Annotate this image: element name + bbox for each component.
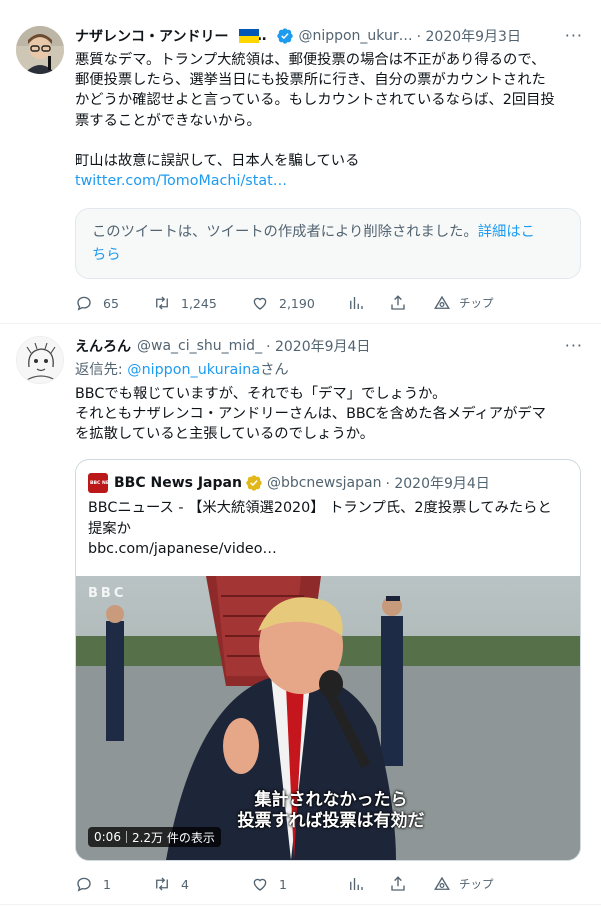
video-duration: 0:06 [94,830,121,844]
video-player[interactable]: BBC 集計されなかったら 投票すれば投票は有効だ 0:06 2.2万 件の表示 [76,576,580,860]
like-count: 1 [279,876,287,892]
share-icon [391,876,405,891]
tip-button[interactable]: チップ [433,875,494,893]
tweet-reply[interactable]: えんろん @wa_ci_shu_mid_ · 2020年9月4日 ··· 返信先… [0,324,601,906]
tweet-text-line: 票することができないから。 [75,112,261,129]
share-button[interactable] [389,294,433,312]
retweet-button[interactable]: 1,245 [153,294,251,312]
quote-url: bbc.com/japanese/video… [88,541,277,557]
like-count: 2,190 [279,295,315,311]
retweet-count: 4 [181,876,189,892]
tweet-text: 悪質なデマ。トランプ大統領は、郵便投票の場合は不正があり得るので、 郵便投票した… [75,50,585,191]
verified-badge-icon [277,28,294,44]
reply-count: 1 [103,876,111,892]
tweet-divider [0,904,601,905]
ukraine-flag-icon [239,29,259,43]
tweet-date[interactable]: · 2020年9月3日 [417,26,521,46]
video-watermark: BBC [88,586,127,601]
bbc-logo: BBC NEWS [88,473,118,493]
tweet-text-line: かどうか確認せよと言っている。もしカウントされているならば、2回目投 [75,92,555,109]
tweet-header: ナザレンコ・アンドリー … @nippon_ukur… · 2020年9月3日 [75,24,521,48]
user-handle[interactable]: @wa_ci_shu_mid_ [137,338,262,354]
video-subtitles: 集計されなかったら 投票すれば投票は有効だ [216,790,446,832]
tweet-link[interactable]: twitter.com/TomoMachi/stat… [75,171,585,191]
tweet-actions: 65 1,245 2,190 チップ [75,292,505,314]
tip-icon [434,876,450,890]
subtitle-line: 集計されなかったら [254,790,408,810]
user-handle[interactable]: @nippon_ukur… [298,28,412,44]
tweet-text-line: 悪質なデマ。トランプ大統領は、郵便投票の場合は不正があり得るので、 [75,52,546,68]
reply-count: 65 [103,295,119,311]
reply-button[interactable]: 65 [75,294,153,312]
tip-label: チップ [459,296,494,310]
display-name: BBC News Japan [114,475,242,491]
deleted-tweet-notice: このツイートは、ツイートの作成者により削除されました。詳細はこ ちら [75,208,581,279]
analytics-icon [350,878,363,890]
retweet-button[interactable]: 4 [153,875,251,893]
tweet-text-line: 郵便投票したら、選挙当日にも投票所に行き、自分の票がカウントされた [75,72,546,89]
reply-to-label: 返信先: [75,362,128,378]
tweet-text-line: を拡散していると主張しているのでしょうか。 [75,426,375,443]
avatar[interactable] [16,26,64,74]
tweet-text-line: BBCでも報じていますが、それでも「デマ」でしょうか。 [75,386,447,402]
more-options-icon[interactable]: ··· [565,336,583,355]
display-name[interactable]: えんろん [75,336,131,356]
avatar-sketch [17,337,63,383]
deleted-notice-text: このツイートは、ツイートの作成者により削除されました。 [92,224,478,240]
tweet-date: · 2020年9月4日 [385,476,490,492]
display-name[interactable]: ナザレンコ・アンドリー [75,26,228,46]
user-handle: @bbcnewsjapan [266,475,382,491]
learn-more-link-cont[interactable]: ちら [92,247,121,263]
subtitle-line: 投票すれば投票は有効だ [237,811,425,831]
tweet-text-line: 町山は故意に誤訳して、日本人を騙している [75,152,360,169]
reply-to-handle[interactable]: @nippon_ukuraina [127,362,260,378]
reply-context: 返信先: @nippon_ukurainaさん [75,360,585,380]
verified-gold-badge-icon [246,475,262,491]
tweet-text-line: それともナザレンコ・アンドリーさんは、BBCを含めた各メディアがデマ [75,406,546,423]
tweet-actions: 1 4 1 チップ [75,873,505,895]
reply-to-suffix: さん [260,362,289,378]
retweet-count: 1,245 [181,295,217,311]
tweet-date[interactable]: · 2020年9月4日 [266,336,370,356]
quoted-tweet-card[interactable]: BBC NEWS BBC News Japan @bbcnewsjapan · … [75,459,581,861]
more-options-icon[interactable]: ··· [565,26,583,45]
video-duration-badge: 0:06 2.2万 件の表示 [88,827,221,847]
bbc-logo-text: BBC NEWS [90,480,118,486]
avatar[interactable] [16,336,64,384]
tweet-text: BBCでも報じていますが、それでも「デマ」でしょうか。 それともナザレンコ・アン… [75,384,585,445]
avatar-photo [16,26,64,74]
learn-more-link[interactable]: 詳細はこ [478,224,535,240]
like-button[interactable]: 1 [251,875,347,893]
heart-icon [253,297,267,310]
quote-text-line: 提案か [88,520,131,537]
like-button[interactable]: 2,190 [251,294,347,312]
share-button[interactable] [389,875,433,893]
reply-button[interactable]: 1 [75,875,153,893]
quote-text-line: BBCニュース - 【米大統領選2020】 トランプ氏、2度投票してみたらと [88,500,552,516]
tip-label: チップ [459,877,494,891]
reply-icon [77,877,91,892]
share-icon [391,295,405,310]
tweet-header: えんろん @wa_ci_shu_mid_ · 2020年9月4日 [75,334,370,358]
analytics-button[interactable] [347,875,389,893]
reply-icon [77,296,91,311]
retweet-icon [156,296,168,310]
retweet-icon [156,877,168,891]
badge-separator [125,831,127,843]
analytics-button[interactable] [347,294,389,312]
tip-icon [434,295,450,309]
tweet-ukraine[interactable]: ナザレンコ・アンドリー … @nippon_ukur… · 2020年9月3日 … [0,0,601,323]
video-views: 2.2万 件の表示 [131,830,215,845]
analytics-icon [350,297,363,309]
tip-button[interactable]: チップ [433,294,494,312]
heart-icon [253,878,267,891]
